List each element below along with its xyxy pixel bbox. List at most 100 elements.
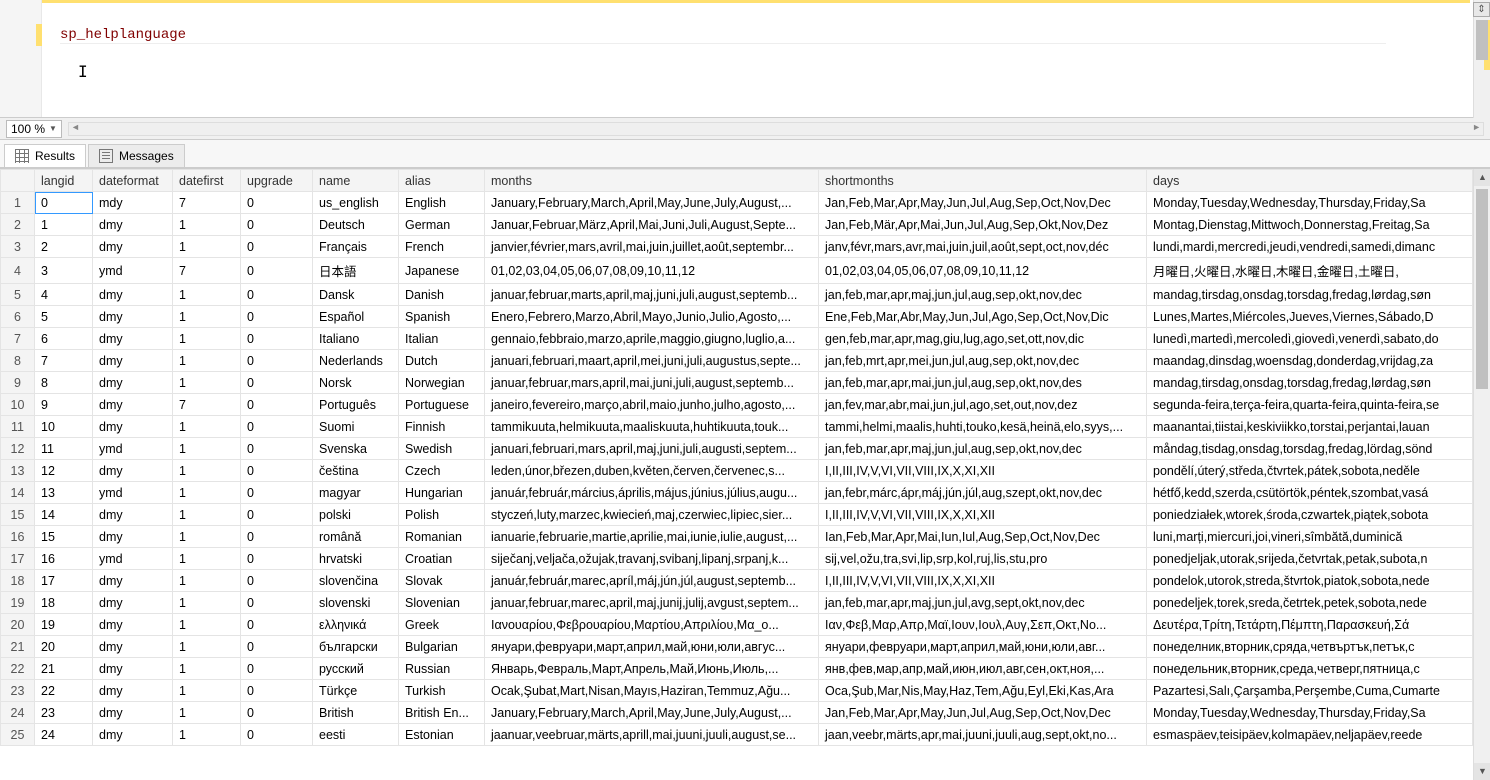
- cell-months[interactable]: 01,02,03,04,05,06,07,08,09,10,11,12: [485, 258, 819, 284]
- cell-months[interactable]: janvier,février,mars,avril,mai,juin,juil…: [485, 236, 819, 258]
- cell-datefirst[interactable]: 1: [173, 636, 241, 658]
- cell-datefirst[interactable]: 1: [173, 214, 241, 236]
- cell-shortmonths[interactable]: Jan,Feb,Mar,Apr,May,Jun,Jul,Aug,Sep,Oct,…: [819, 192, 1147, 214]
- cell-months[interactable]: януари,февруари,март,април,май,юни,юли,а…: [485, 636, 819, 658]
- cell-alias[interactable]: Greek: [399, 614, 485, 636]
- cell-upgrade[interactable]: 0: [241, 702, 313, 724]
- cell-alias[interactable]: Italian: [399, 328, 485, 350]
- cell-upgrade[interactable]: 0: [241, 350, 313, 372]
- cell-name[interactable]: Dansk: [313, 284, 399, 306]
- cell-upgrade[interactable]: 0: [241, 658, 313, 680]
- cell-upgrade[interactable]: 0: [241, 614, 313, 636]
- cell-datefirst[interactable]: 1: [173, 438, 241, 460]
- table-row[interactable]: 65dmy10EspañolSpanishEnero,Febrero,Marzo…: [1, 306, 1473, 328]
- col-alias[interactable]: alias: [399, 170, 485, 192]
- cell-months[interactable]: Januar,Februar,März,April,Mai,Juni,Juli,…: [485, 214, 819, 236]
- cell-alias[interactable]: Croatian: [399, 548, 485, 570]
- cell-langid[interactable]: 17: [35, 570, 93, 592]
- cell-days[interactable]: ponedeljek,torek,sreda,četrtek,petek,sob…: [1147, 592, 1473, 614]
- cell-shortmonths[interactable]: I,II,III,IV,V,VI,VII,VIII,IX,X,XI,XII: [819, 504, 1147, 526]
- cell-langid[interactable]: 18: [35, 592, 93, 614]
- cell-months[interactable]: januar,februar,marts,april,maj,juni,juli…: [485, 284, 819, 306]
- cell-shortmonths[interactable]: jaan,veebr,märts,apr,mai,juuni,juuli,aug…: [819, 724, 1147, 746]
- cell-days[interactable]: понеделник,вторник,сряда,четвъртък,петък…: [1147, 636, 1473, 658]
- rownum[interactable]: 21: [1, 636, 35, 658]
- cell-alias[interactable]: Estonian: [399, 724, 485, 746]
- cell-datefirst[interactable]: 1: [173, 306, 241, 328]
- cell-langid[interactable]: 24: [35, 724, 93, 746]
- table-row[interactable]: 54dmy10DanskDanishjanuar,februar,marts,a…: [1, 284, 1473, 306]
- cell-months[interactable]: siječanj,veljača,ožujak,travanj,svibanj,…: [485, 548, 819, 570]
- table-row[interactable]: 98dmy10NorskNorwegianjanuar,februar,mars…: [1, 372, 1473, 394]
- col-upgrade[interactable]: upgrade: [241, 170, 313, 192]
- cell-datefirst[interactable]: 7: [173, 258, 241, 284]
- rownum[interactable]: 4: [1, 258, 35, 284]
- cell-name[interactable]: British: [313, 702, 399, 724]
- cell-upgrade[interactable]: 0: [241, 236, 313, 258]
- cell-datefirst[interactable]: 1: [173, 328, 241, 350]
- rownum[interactable]: 2: [1, 214, 35, 236]
- cell-langid[interactable]: 11: [35, 438, 93, 460]
- cell-months[interactable]: January,February,March,April,May,June,Ju…: [485, 702, 819, 724]
- cell-alias[interactable]: Turkish: [399, 680, 485, 702]
- rownum[interactable]: 18: [1, 570, 35, 592]
- cell-days[interactable]: Monday,Tuesday,Wednesday,Thursday,Friday…: [1147, 702, 1473, 724]
- cell-datefirst[interactable]: 1: [173, 702, 241, 724]
- cell-months[interactable]: januar,februar,mars,april,mai,juni,juli,…: [485, 372, 819, 394]
- cell-days[interactable]: måndag,tisdag,onsdag,torsdag,fredag,lörd…: [1147, 438, 1473, 460]
- cell-dateformat[interactable]: dmy: [93, 592, 173, 614]
- cell-upgrade[interactable]: 0: [241, 214, 313, 236]
- col-datefirst[interactable]: datefirst: [173, 170, 241, 192]
- cell-months[interactable]: leden,únor,březen,duben,květen,červen,če…: [485, 460, 819, 482]
- table-row[interactable]: 2120dmy10българскиBulgarianянуари,февруа…: [1, 636, 1473, 658]
- cell-upgrade[interactable]: 0: [241, 460, 313, 482]
- cell-days[interactable]: segunda-feira,terça-feira,quarta-feira,q…: [1147, 394, 1473, 416]
- cell-dateformat[interactable]: dmy: [93, 460, 173, 482]
- rownum[interactable]: 15: [1, 504, 35, 526]
- cell-name[interactable]: magyar: [313, 482, 399, 504]
- cell-days[interactable]: Δευτέρα,Τρίτη,Τετάρτη,Πέμπτη,Παρασκευή,Σ…: [1147, 614, 1473, 636]
- table-row[interactable]: 2322dmy10TürkçeTurkishOcak,Şubat,Mart,Ni…: [1, 680, 1473, 702]
- cell-alias[interactable]: Czech: [399, 460, 485, 482]
- table-row[interactable]: 1211ymd10SvenskaSwedishjanuari,februari,…: [1, 438, 1473, 460]
- cell-name[interactable]: 日本語: [313, 258, 399, 284]
- cell-dateformat[interactable]: mdy: [93, 192, 173, 214]
- cell-name[interactable]: eesti: [313, 724, 399, 746]
- cell-months[interactable]: januari,februari,mars,april,maj,juni,jul…: [485, 438, 819, 460]
- cell-alias[interactable]: Spanish: [399, 306, 485, 328]
- cell-langid[interactable]: 12: [35, 460, 93, 482]
- cell-days[interactable]: maandag,dinsdag,woensdag,donderdag,vrijd…: [1147, 350, 1473, 372]
- cell-datefirst[interactable]: 1: [173, 526, 241, 548]
- cell-alias[interactable]: Portuguese: [399, 394, 485, 416]
- cell-langid[interactable]: 20: [35, 636, 93, 658]
- rownum[interactable]: 17: [1, 548, 35, 570]
- cell-alias[interactable]: Swedish: [399, 438, 485, 460]
- rownum[interactable]: 20: [1, 614, 35, 636]
- table-row[interactable]: 1514dmy10polskiPolishstyczeń,luty,marzec…: [1, 504, 1473, 526]
- cell-name[interactable]: hrvatski: [313, 548, 399, 570]
- cell-name[interactable]: polski: [313, 504, 399, 526]
- grid-vertical-scrollbar[interactable]: ▲ ▼: [1473, 169, 1490, 780]
- cell-upgrade[interactable]: 0: [241, 394, 313, 416]
- table-row[interactable]: 2019dmy10ελληνικάGreekΙανουαρίου,Φεβρουα…: [1, 614, 1473, 636]
- cell-days[interactable]: pondelok,utorok,streda,štvrtok,piatok,so…: [1147, 570, 1473, 592]
- tab-results[interactable]: Results: [4, 144, 86, 167]
- table-row[interactable]: 1817dmy10slovenčinaSlovakjanuár,február,…: [1, 570, 1473, 592]
- col-months[interactable]: months: [485, 170, 819, 192]
- cell-upgrade[interactable]: 0: [241, 306, 313, 328]
- rownum[interactable]: 13: [1, 460, 35, 482]
- cell-shortmonths[interactable]: I,II,III,IV,V,VI,VII,VIII,IX,X,XI,XII: [819, 460, 1147, 482]
- cell-shortmonths[interactable]: Jan,Feb,Mär,Apr,Mai,Jun,Jul,Aug,Sep,Okt,…: [819, 214, 1147, 236]
- cell-alias[interactable]: German: [399, 214, 485, 236]
- rownum[interactable]: 12: [1, 438, 35, 460]
- cell-alias[interactable]: Romanian: [399, 526, 485, 548]
- cell-dateformat[interactable]: dmy: [93, 636, 173, 658]
- cell-shortmonths[interactable]: I,II,III,IV,V,VI,VII,VIII,IX,X,XI,XII: [819, 570, 1147, 592]
- cell-datefirst[interactable]: 1: [173, 724, 241, 746]
- table-row[interactable]: 1110dmy10SuomiFinnishtammikuuta,helmikuu…: [1, 416, 1473, 438]
- cell-langid[interactable]: 8: [35, 372, 93, 394]
- table-row[interactable]: 87dmy10NederlandsDutchjanuari,februari,m…: [1, 350, 1473, 372]
- cell-upgrade[interactable]: 0: [241, 372, 313, 394]
- rownum-header[interactable]: [1, 170, 35, 192]
- cell-dateformat[interactable]: ymd: [93, 482, 173, 504]
